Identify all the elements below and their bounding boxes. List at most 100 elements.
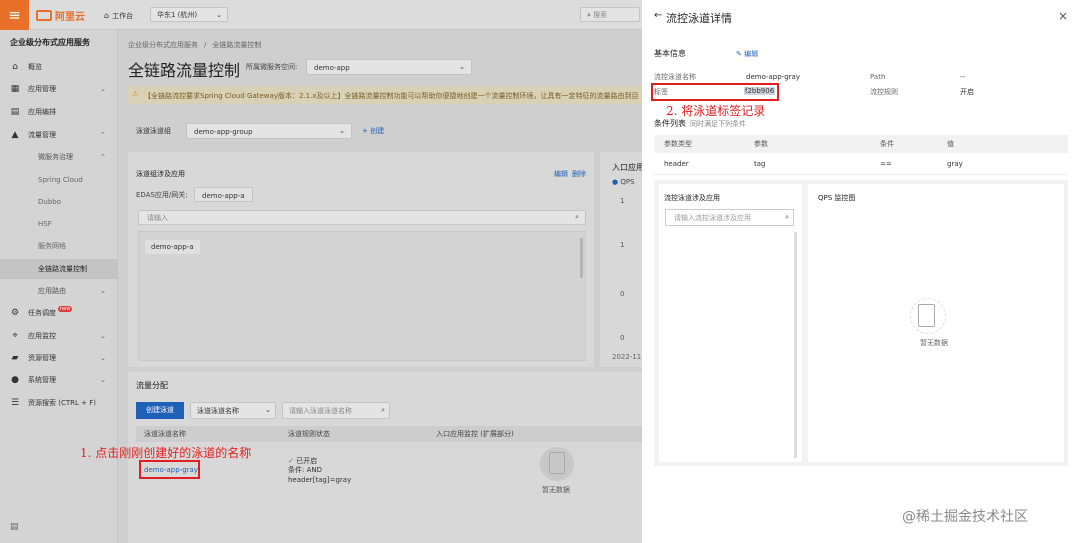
sidebar-item-hsf[interactable]: HSF	[0, 214, 118, 234]
sidebar-item-app-monitoring[interactable]: ⌖ 应用监控 ⌄	[0, 326, 118, 346]
sidebar-item-dubbo[interactable]: Dubbo	[0, 192, 118, 212]
lane-apps-search-input[interactable]: 请输入流控泳道涉及应用 ⌕	[665, 209, 794, 226]
scrollbar[interactable]	[580, 238, 583, 278]
y-tick: 0	[620, 290, 625, 298]
lane-apps-panel-title: 流控泳道涉及应用	[664, 194, 720, 202]
namespace-label: 所属微服务空间:	[246, 63, 298, 71]
divider	[654, 174, 1068, 175]
lane-status-cell: ✓ 已开启 条件: AND header[tag]=gray	[288, 457, 351, 485]
app-list-item[interactable]: demo-app-a	[145, 240, 200, 254]
close-icon[interactable]: ×	[1058, 9, 1068, 23]
qps-legend-label: QPS	[620, 178, 635, 186]
sidebar-item-app-orchestration[interactable]: ▤ 应用编排	[0, 102, 118, 122]
notice-text: 【全链路流控要求Spring Cloud Gateway版本：2.1.x及以上】…	[144, 92, 638, 100]
lane-apps-title: 泳道组涉及应用	[136, 170, 185, 178]
chevron-down-icon: ⌄	[100, 287, 106, 295]
field-label: 流控规则	[870, 88, 898, 96]
collapse-sidebar-icon[interactable]: ▤	[10, 522, 19, 532]
namespace-select[interactable]: demo-app ⌄	[306, 59, 472, 75]
sidebar-item-traffic-management[interactable]: ▲ 流量管理 ⌃	[0, 125, 118, 145]
grid-icon: ▦	[10, 84, 20, 94]
breadcrumb-item[interactable]: 企业级分布式应用服务	[128, 41, 198, 49]
settings-icon: ●	[11, 375, 19, 385]
back-icon[interactable]: ←	[654, 10, 662, 21]
global-search-input[interactable]: ⌕ 搜索	[580, 7, 640, 22]
search-icon: ⌕	[381, 406, 385, 414]
home-icon: ⌂	[104, 11, 110, 20]
lane-name-value: demo-app-gray	[746, 73, 800, 81]
breadcrumb-item: 全链路流量控制	[212, 41, 262, 49]
qps-monitor-title: QPS 监控图	[818, 194, 856, 202]
sidebar-item-system-management[interactable]: ● 系统管理 ⌄	[0, 370, 118, 390]
entry-app-title: 入口应用	[612, 163, 644, 172]
notice-banner: ⚠ 【全链路流控要求Spring Cloud Gateway版本：2.1.x及以…	[128, 86, 642, 104]
condition-cell: ==	[880, 160, 892, 168]
sidebar-item-label: 应用编排	[28, 108, 56, 116]
breadcrumb-separator: /	[204, 41, 207, 49]
lane-search-input[interactable]: 请输入泳道泳道名称 ⌕	[282, 402, 390, 419]
app-search-input[interactable]: 请输入 ⌕	[138, 210, 586, 225]
chevron-down-icon: ⌄	[216, 11, 222, 19]
edas-tag[interactable]: demo-app-a	[194, 187, 253, 202]
edit-button[interactable]: 编辑	[554, 170, 568, 178]
drawer-edit-button[interactable]: ✎ 编辑	[736, 50, 758, 58]
region-select[interactable]: 华东1 (杭州) ⌄	[150, 7, 228, 22]
search-icon: ⌕	[575, 213, 579, 221]
search-icon: ⌕	[587, 11, 591, 19]
lane-name-filter-value: 泳道泳道名称	[197, 407, 239, 415]
y-tick: 1	[620, 197, 625, 205]
col-header: 泳道规则状态	[288, 430, 330, 438]
traffic-title: 流量分配	[136, 381, 168, 390]
condition-cell: header	[664, 160, 689, 168]
condition-list-subtitle: 同时满足下列条件	[690, 120, 746, 128]
y-tick: 0	[620, 334, 625, 342]
aliyun-logo[interactable]: 阿里云	[36, 8, 85, 23]
sidebar-item-app-management[interactable]: ▦ 应用管理 ⌄	[0, 79, 118, 99]
col-header: 泳道泳道名称	[144, 430, 186, 438]
col-header: 值	[947, 140, 954, 148]
folder-icon: ▰	[11, 353, 19, 363]
chevron-down-icon: ⌄	[459, 63, 465, 71]
chevron-down-icon: ⌄	[100, 376, 106, 384]
chevron-down-icon: ⌄	[265, 406, 271, 414]
lane-group-select[interactable]: demo-app-group ⌄	[186, 123, 352, 139]
page-title: 全链路流量控制	[128, 61, 241, 80]
lane-search-placeholder: 请输入泳道泳道名称	[289, 407, 352, 415]
edit-label: 编辑	[744, 50, 759, 58]
sidebar-item-microservice-governance[interactable]: 微服务治理 ⌃	[0, 147, 118, 167]
delete-button[interactable]: 删除	[572, 170, 586, 178]
top-bar: ≡ 阿里云 ⌂ 工作台 华东1 (杭州) ⌄ ⌕ 搜索	[0, 0, 642, 30]
lane-name-filter-select[interactable]: 泳道泳道名称 ⌄	[190, 402, 276, 419]
sidebar-item-resource-search[interactable]: ☰ 资源搜索 (CTRL + F)	[0, 393, 118, 413]
create-lane-button[interactable]: 创建泳道	[136, 402, 184, 419]
lane-group-value: demo-app-group	[194, 128, 253, 136]
annotation-box-lane-name	[139, 460, 200, 479]
annotation-box-tag	[651, 83, 779, 101]
menu-icon[interactable]: ≡	[0, 0, 29, 30]
sidebar-item-app-routing[interactable]: 应用路由 ⌄	[0, 281, 118, 301]
qps-legend: ● QPS	[612, 178, 635, 186]
sidebar-item-task-scheduling[interactable]: ⚙ 任务调度 new	[0, 303, 118, 323]
rule-value: 开启	[960, 88, 974, 96]
create-lane-group-button[interactable]: + 创建	[362, 127, 384, 135]
sidebar-item-resource-management[interactable]: ▰ 资源管理 ⌄	[0, 348, 118, 368]
sidebar-item-service-mesh[interactable]: 服务网格	[0, 236, 118, 256]
lane-status: 已开启	[296, 457, 318, 465]
chevron-down-icon: ⌄	[339, 127, 345, 135]
chevron-down-icon: ⌄	[100, 85, 106, 93]
scrollbar[interactable]	[794, 232, 797, 458]
sidebar-item-label: 应用监控	[28, 332, 56, 340]
sidebar-item-spring-cloud[interactable]: Spring Cloud	[0, 170, 118, 190]
empty-text: 暂无数据	[920, 339, 948, 347]
sidebar-item-overview[interactable]: ⌂ 概览	[0, 57, 118, 77]
sidebar-item-label: 流量管理	[28, 131, 56, 139]
sidebar-item-label: Spring Cloud	[38, 176, 83, 184]
path-value: --	[960, 73, 966, 81]
sidebar-item-label: 系统管理	[28, 376, 56, 384]
basic-info-title: 基本信息	[654, 49, 686, 58]
condition-cell: tag	[754, 160, 766, 168]
edit-icon: ✎	[736, 50, 745, 58]
workbench-link[interactable]: ⌂ 工作台	[104, 11, 133, 21]
sidebar-item-full-link-traffic-control[interactable]: 全链路流量控制	[0, 259, 118, 279]
traffic-icon: ▲	[11, 130, 19, 140]
